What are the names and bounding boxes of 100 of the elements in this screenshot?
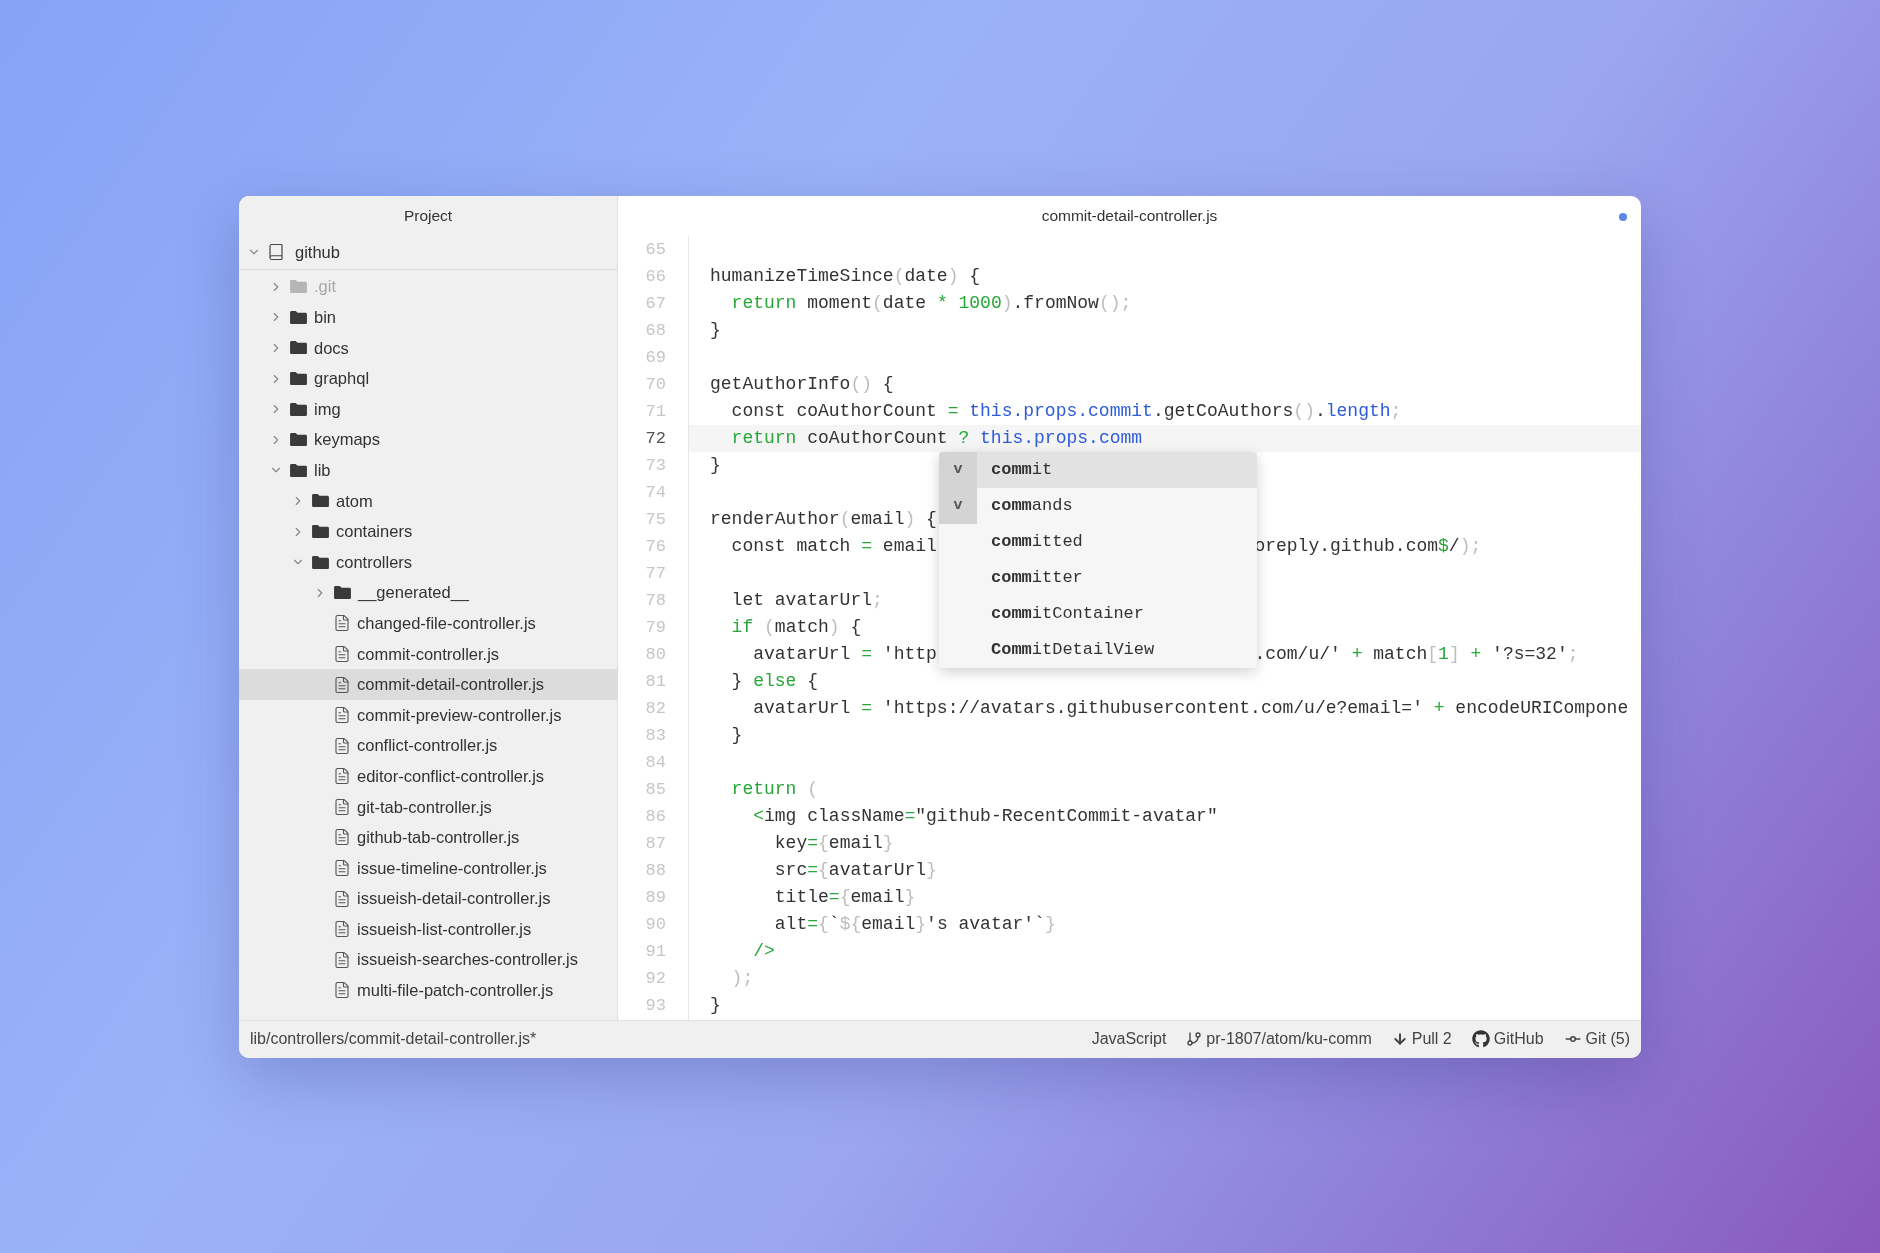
suggestion-item[interactable]: committed — [939, 523, 1257, 560]
status-item[interactable]: pr-1807/atom/ku-comm — [1206, 1027, 1372, 1051]
folder-icon — [311, 493, 330, 509]
code-line: <img className="github-RecentCommit-avatar" — [752, 804, 1218, 828]
folder-icon — [289, 340, 308, 356]
status-item[interactable]: Pull 2 — [1411, 1027, 1452, 1051]
tree-row[interactable]: multi-file-patch-controller.js — [239, 975, 617, 1006]
line-number: 81 — [645, 670, 666, 693]
suggestion-item[interactable]: commitContainer — [939, 595, 1257, 632]
file-icon — [333, 644, 351, 663]
tree-row[interactable]: controllers — [239, 546, 617, 578]
suggestion-item[interactable]: v commands — [939, 487, 1257, 524]
file-name: containers — [336, 521, 413, 543]
folder-icon — [289, 371, 308, 387]
file-name: git-tab-controller.js — [357, 796, 492, 818]
file-path: lib/controllers/commit-detail-controller.js* — [250, 1029, 537, 1049]
tree-row[interactable]: conflict-controller.js — [239, 730, 617, 761]
line-number: 82 — [645, 697, 666, 720]
line-number: 83 — [645, 724, 666, 747]
file-icon — [333, 614, 351, 633]
file-name: commit-controller.js — [357, 643, 500, 665]
file-name: keymaps — [314, 429, 381, 451]
tree-row[interactable]: img — [239, 393, 617, 425]
code-line: /> — [752, 939, 775, 963]
line-number: 67 — [645, 292, 666, 315]
suggestion-label: commitContainer — [991, 603, 1144, 625]
folder-icon — [289, 432, 308, 448]
line-number: 87 — [645, 832, 666, 855]
tree-row[interactable]: commit-detail-controller.js — [239, 669, 617, 700]
file-name: issueish-detail-controller.js — [357, 888, 551, 910]
file-name: editor-conflict-controller.js — [357, 765, 545, 787]
suggestion-label: commit — [991, 459, 1053, 481]
line-number: 72 — [645, 427, 666, 450]
tree-row[interactable]: issueish-detail-controller.js — [239, 883, 617, 914]
suggestion-item[interactable]: committer — [939, 559, 1257, 596]
line-number: 90 — [645, 913, 666, 936]
code-line: } else { — [730, 669, 819, 693]
folder-icon — [289, 462, 308, 478]
code-line: } — [710, 993, 721, 1017]
file-icon — [333, 920, 351, 939]
tree-row[interactable]: lib — [239, 455, 617, 486]
tree-row[interactable]: bin — [239, 302, 617, 333]
line-number: 89 — [645, 886, 666, 909]
tree-row[interactable]: github-tab-controller.js — [239, 822, 617, 853]
code-line: const coAuthorCount = this.props.commit.getCoAuthors().length; — [730, 399, 1402, 423]
tree-row[interactable]: issueish-list-controller.js — [239, 913, 617, 945]
tree-row[interactable]: docs — [239, 332, 617, 364]
tree-row[interactable]: __generated__ — [239, 577, 617, 609]
line-number: 74 — [645, 481, 666, 504]
line-number: 76 — [645, 535, 666, 558]
line-number: 75 — [645, 508, 666, 531]
code-line: avatarUrl = 'https://avatars.githubusercontent.com/u/e?email=' + encodeURICompone — [752, 696, 1629, 720]
status-item[interactable]: GitHub — [1493, 1027, 1544, 1051]
line-number: 85 — [645, 778, 666, 801]
tree-row[interactable]: issueish-searches-controller.js — [239, 944, 617, 976]
file-name: __generated__ — [358, 582, 470, 604]
tree-row[interactable]: editor-conflict-controller.js — [239, 761, 617, 792]
status-item[interactable]: Git (5) — [1585, 1027, 1630, 1051]
file-name: bin — [314, 307, 337, 328]
suggestion-item[interactable]: v commit — [939, 451, 1257, 488]
tree-row[interactable]: keymaps — [239, 424, 617, 456]
tree-row[interactable]: changed-file-controller.js — [239, 608, 617, 639]
file-name: conflict-controller.js — [357, 735, 498, 757]
branch-icon — [1186, 1031, 1203, 1047]
code-line: let avatarUrl; — [730, 588, 883, 612]
file-name: lib — [314, 460, 331, 481]
github-icon — [1471, 1030, 1490, 1048]
status-item[interactable]: JavaScript — [1091, 1027, 1167, 1051]
tree-row[interactable]: issue-timeline-controller.js — [239, 852, 617, 884]
folder-icon — [289, 309, 308, 325]
line-number: 68 — [645, 319, 666, 342]
code-line: .com/u/' + match[1] + '?s=32'; — [1254, 642, 1579, 666]
code-line: const match = email — [730, 535, 937, 556]
file-icon — [333, 675, 351, 694]
code-line: humanizeTimeSince(date) { — [710, 264, 981, 288]
tree-row[interactable]: graphql — [239, 363, 617, 394]
file-name: commit-detail-controller.js — [357, 674, 545, 696]
folder-icon — [311, 554, 330, 570]
line-number: 86 — [645, 805, 666, 828]
suggestion-item[interactable]: CommitDetailView — [939, 631, 1257, 668]
repo-name: github — [295, 241, 340, 263]
tab-title[interactable]: commit-detail-controller.js — [1041, 203, 1218, 228]
file-icon — [333, 981, 351, 1000]
repo-icon — [267, 243, 285, 261]
tree-row[interactable]: commit-controller.js — [239, 638, 617, 670]
tree-row[interactable]: commit-preview-controller.js — [239, 699, 617, 731]
tree-row[interactable]: git-tab-controller.js — [239, 791, 617, 823]
tree-row[interactable]: containers — [239, 516, 617, 547]
file-icon — [333, 797, 351, 816]
file-name: issueish-list-controller.js — [357, 918, 532, 940]
code-line: src={avatarUrl} — [773, 858, 937, 882]
file-name: issue-timeline-controller.js — [357, 857, 547, 879]
file-name: commit-preview-controller.js — [357, 704, 562, 726]
folder-icon — [311, 524, 330, 540]
tree-row[interactable]: github — [239, 235, 617, 270]
suggestion-label: commands — [991, 495, 1073, 517]
suggestion-label: committer — [991, 567, 1083, 589]
tree-row[interactable]: atom — [239, 485, 617, 517]
code-line: getAuthorInfo() { — [710, 372, 894, 396]
line-number: 65 — [645, 238, 666, 261]
